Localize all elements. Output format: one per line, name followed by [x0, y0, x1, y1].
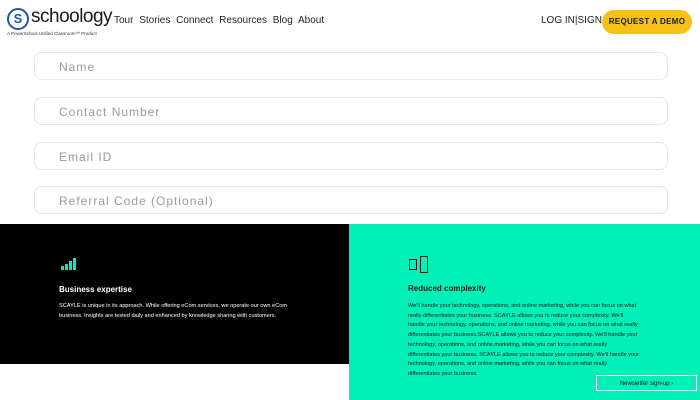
name-input[interactable]: [57, 53, 661, 81]
chevron-right-icon: ›: [671, 381, 674, 387]
email-field: [34, 142, 668, 171]
login-link[interactable]: LOG IN: [541, 15, 575, 26]
nav-about[interactable]: About: [298, 15, 324, 26]
referral-field: [34, 186, 668, 215]
feature-panel-expertise: [0, 224, 349, 364]
newsletter-signup-button[interactable]: Newsletter sign-up ›: [596, 375, 697, 391]
logo-wordmark: schoology: [31, 6, 113, 27]
logo-tagline: A PowerSchool Unified Classroom™ Product: [7, 31, 97, 36]
schoology-logo[interactable]: S schoology A PowerSchool Unified Classr…: [7, 6, 113, 38]
nav-resources[interactable]: Resources: [219, 15, 267, 26]
nav-blog[interactable]: Blog: [273, 15, 293, 26]
feature-title-complexity: Reduced complexity: [408, 284, 486, 293]
contact-field: [34, 97, 668, 126]
name-field: [34, 52, 668, 81]
bar-chart-icon: [61, 258, 76, 270]
newsletter-label: Newsletter sign-up: [619, 381, 670, 387]
main-nav: Tour Stories Connect Resources Blog Abou…: [114, 15, 327, 26]
contact-number-input[interactable]: [57, 98, 661, 126]
email-input[interactable]: [57, 143, 661, 171]
feature-text-expertise: SCAYLE is unique in its approach. While …: [59, 303, 288, 319]
site-header: S schoology A PowerSchool Unified Classr…: [0, 0, 700, 44]
referral-code-input[interactable]: [57, 187, 661, 215]
nav-connect[interactable]: Connect: [176, 15, 213, 26]
nav-tour[interactable]: Tour: [114, 15, 133, 26]
devices-icon: [409, 256, 428, 273]
feature-title-expertise: Business expertise: [59, 285, 132, 294]
nav-stories[interactable]: Stories: [139, 15, 170, 26]
logo-mark-icon: S: [7, 8, 29, 30]
request-demo-button[interactable]: REQUEST A DEMO: [602, 10, 692, 34]
